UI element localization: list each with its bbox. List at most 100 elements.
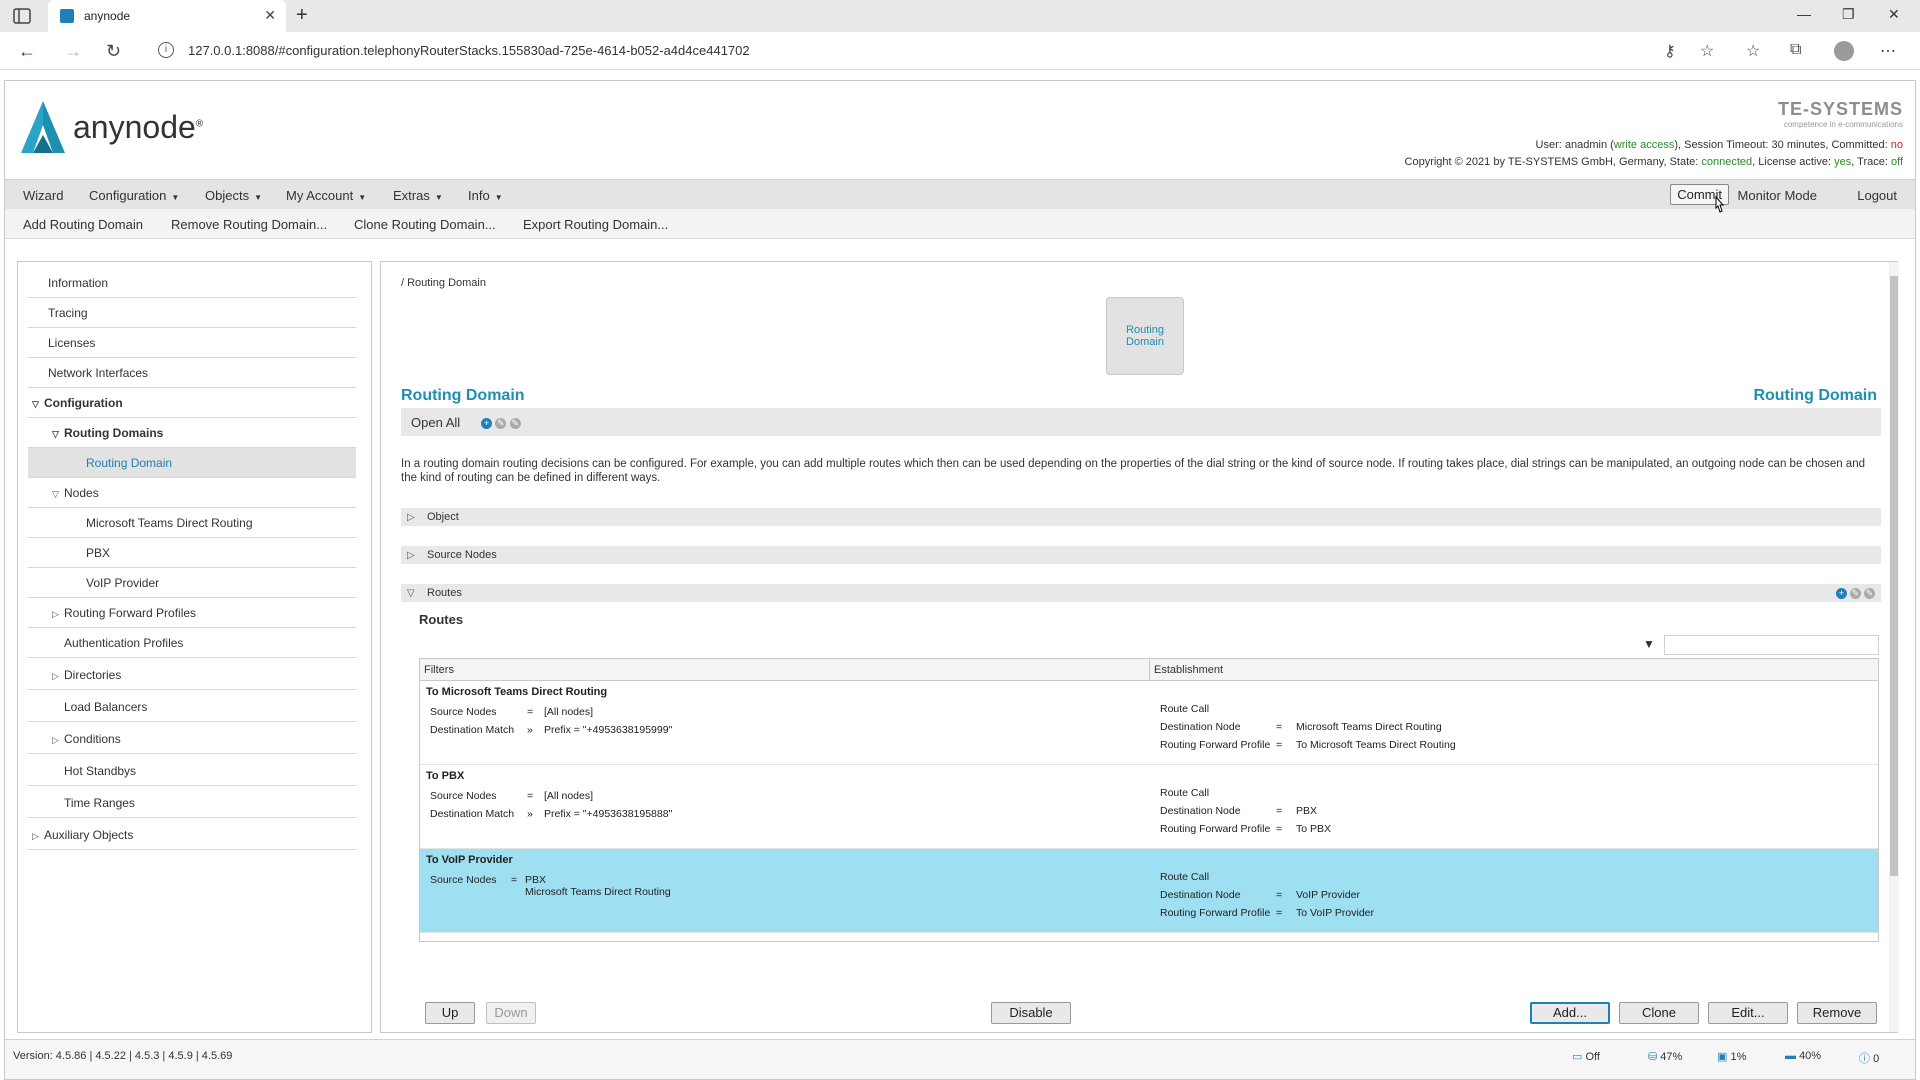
expanded-triangle-icon[interactable]: ▽ (52, 479, 64, 509)
menu-extras[interactable]: Extras ▼ (393, 188, 443, 203)
browser-tab-bar: anynode ✕ + — ❐ ✕ (0, 0, 1920, 32)
remove-circle-icon[interactable]: ✎ (509, 418, 521, 430)
tree-item-routing-domain[interactable]: Routing Domain (28, 448, 356, 478)
route-profile-label: Routing Forward Profile (1160, 907, 1271, 919)
key-icon[interactable]: ⚷ (1664, 41, 1676, 61)
tab-actions-icon[interactable] (12, 7, 32, 25)
restore-icon[interactable]: ❐ (1842, 6, 1855, 23)
monitor-mode-button[interactable]: Monitor Mode (1738, 188, 1817, 203)
tree-item-tracing[interactable]: Tracing (28, 298, 356, 328)
routing-domain-node-icon: Routing Domain (1106, 297, 1184, 375)
expanded-triangle-icon[interactable]: ▽ (52, 419, 64, 449)
tree-item-directories[interactable]: ▷ Directories (28, 660, 356, 690)
tree-item-time-ranges[interactable]: Time Ranges (28, 788, 356, 818)
minimize-icon[interactable]: — (1797, 6, 1811, 22)
tree-item-routing-domains[interactable]: ▽ Routing Domains (28, 418, 356, 448)
menu-objects[interactable]: Objects ▼ (205, 188, 262, 203)
edit-circle-icon[interactable]: ✎ (495, 418, 507, 430)
tree-item-licenses[interactable]: Licenses (28, 328, 356, 358)
close-window-icon[interactable]: ✕ (1888, 6, 1900, 23)
profile-icon[interactable] (1834, 41, 1854, 61)
collapsed-triangle-icon[interactable]: ▷ (52, 599, 64, 629)
close-tab-icon[interactable]: ✕ (264, 7, 276, 24)
tree-item-network-interfaces[interactable]: Network Interfaces (28, 358, 356, 388)
remove-circle-icon[interactable]: ✎ (1864, 587, 1875, 599)
export-routing-domain-button[interactable]: Export Routing Domain... (523, 217, 668, 232)
browser-tab[interactable]: anynode ✕ (48, 0, 286, 32)
chevron-down-icon: ▼ (254, 193, 262, 202)
down-button[interactable]: Down (486, 1002, 536, 1024)
tree-item-load-balancers[interactable]: Load Balancers (28, 692, 356, 722)
favorite-star-icon[interactable]: ☆ (1700, 41, 1714, 61)
up-button[interactable]: Up (425, 1002, 475, 1024)
version-text: Version: 4.5.86 | 4.5.22 | 4.5.3 | 4.5.9… (13, 1050, 233, 1062)
site-info-icon[interactable]: i (158, 42, 174, 58)
collapsed-triangle-icon[interactable]: ▷ (52, 661, 64, 691)
tree-item-information[interactable]: Information (28, 268, 356, 298)
collapsed-triangle-icon[interactable]: ▷ (32, 821, 44, 851)
menu-info[interactable]: Info ▼ (468, 188, 503, 203)
tree-item-node-pbx[interactable]: PBX (28, 538, 356, 568)
collections-icon[interactable]: ⧉ (1790, 41, 1801, 59)
tree-item-authentication-profiles[interactable]: Authentication Profiles (28, 628, 356, 658)
route-destination-value: Prefix = "+4953638195888" (544, 808, 673, 820)
info-status[interactable]: ⓘ 0 (1859, 1050, 1879, 1066)
add-routing-domain-button[interactable]: Add Routing Domain (23, 217, 143, 232)
logout-button[interactable]: Logout (1857, 188, 1897, 203)
table-row[interactable]: To PBX Source Nodes = [All nodes] Destin… (420, 765, 1878, 849)
table-row[interactable]: To Microsoft Teams Direct Routing Source… (420, 681, 1878, 765)
edit-circle-icon[interactable]: ✎ (1849, 587, 1861, 599)
tree-item-node-teams[interactable]: Microsoft Teams Direct Routing (28, 508, 356, 538)
tree-item-hot-standbys[interactable]: Hot Standbys (28, 756, 356, 786)
tree-item-node-voip[interactable]: VoIP Provider (28, 568, 356, 598)
tree-item-conditions[interactable]: ▷ Conditions (28, 724, 356, 754)
tree-item-configuration[interactable]: ▽ Configuration (28, 388, 356, 418)
route-node-eq: = (1276, 805, 1283, 817)
section-object[interactable]: ▷ Object (401, 508, 1881, 526)
new-tab-icon[interactable]: + (296, 4, 308, 27)
add-circle-icon[interactable]: + (1835, 587, 1847, 599)
routes-subtitle: Routes (419, 612, 464, 627)
column-header-filters[interactable]: Filters (420, 659, 1150, 681)
route-source-label: Source Nodes (430, 706, 497, 718)
route-node-value: VoIP Provider (1296, 889, 1361, 901)
reload-icon[interactable]: ↻ (106, 41, 121, 62)
collapsed-triangle-icon[interactable]: ▷ (52, 725, 64, 755)
more-icon[interactable]: ⋯ (1880, 41, 1896, 61)
remove-routing-domain-button[interactable]: Remove Routing Domain... (171, 217, 327, 232)
collapsed-triangle-icon: ▷ (407, 512, 415, 523)
favorites-icon[interactable]: ☆ (1746, 41, 1760, 61)
page-title: Routing Domain (401, 387, 525, 404)
route-source-label: Source Nodes (430, 874, 497, 886)
clone-route-button[interactable]: Clone (1619, 1002, 1699, 1024)
add-circle-icon[interactable]: + (481, 418, 492, 430)
add-route-button[interactable]: Add... (1530, 1002, 1610, 1024)
menu-my-account[interactable]: My Account ▼ (286, 188, 366, 203)
tree-item-routing-forward-profiles[interactable]: ▷ Routing Forward Profiles (28, 598, 356, 628)
collapsed-triangle-icon: ▷ (407, 550, 415, 561)
tree-item-auxiliary-objects[interactable]: ▷ Auxiliary Objects (28, 820, 356, 850)
url-field[interactable]: i 127.0.0.1:8088/#configuration.telephon… (158, 42, 750, 58)
content-scrollbar[interactable] (1889, 262, 1899, 1032)
clone-routing-domain-button[interactable]: Clone Routing Domain... (354, 217, 496, 232)
section-source-nodes[interactable]: ▷ Source Nodes (401, 546, 1881, 564)
open-all-button[interactable]: Open All (411, 415, 460, 430)
routes-filter-input[interactable] (1664, 635, 1879, 655)
remove-route-button[interactable]: Remove (1797, 1002, 1877, 1024)
table-row-selected[interactable]: To VoIP Provider Source Nodes = PBX Micr… (420, 849, 1878, 933)
tree-item-nodes[interactable]: ▽ Nodes (28, 478, 356, 508)
route-action: Route Call (1160, 787, 1210, 799)
menu-configuration[interactable]: Configuration ▼ (89, 188, 179, 203)
expanded-triangle-icon[interactable]: ▽ (32, 389, 44, 419)
column-header-establishment[interactable]: Establishment (1150, 659, 1878, 681)
scrollbar-thumb[interactable] (1890, 276, 1898, 876)
edit-route-button[interactable]: Edit... (1708, 1002, 1788, 1024)
section-routes[interactable]: ▽ Routes + ✎ ✎ (401, 584, 1881, 602)
menu-wizard[interactable]: Wizard (23, 188, 63, 203)
routes-table: Filters Establishment To Microsoft Teams… (419, 658, 1879, 942)
route-name: To PBX (426, 770, 465, 782)
disable-button[interactable]: Disable (991, 1002, 1071, 1024)
back-icon[interactable]: ← (18, 41, 36, 62)
forward-icon[interactable]: → (64, 41, 82, 62)
chevron-down-icon: ▼ (434, 193, 443, 202)
